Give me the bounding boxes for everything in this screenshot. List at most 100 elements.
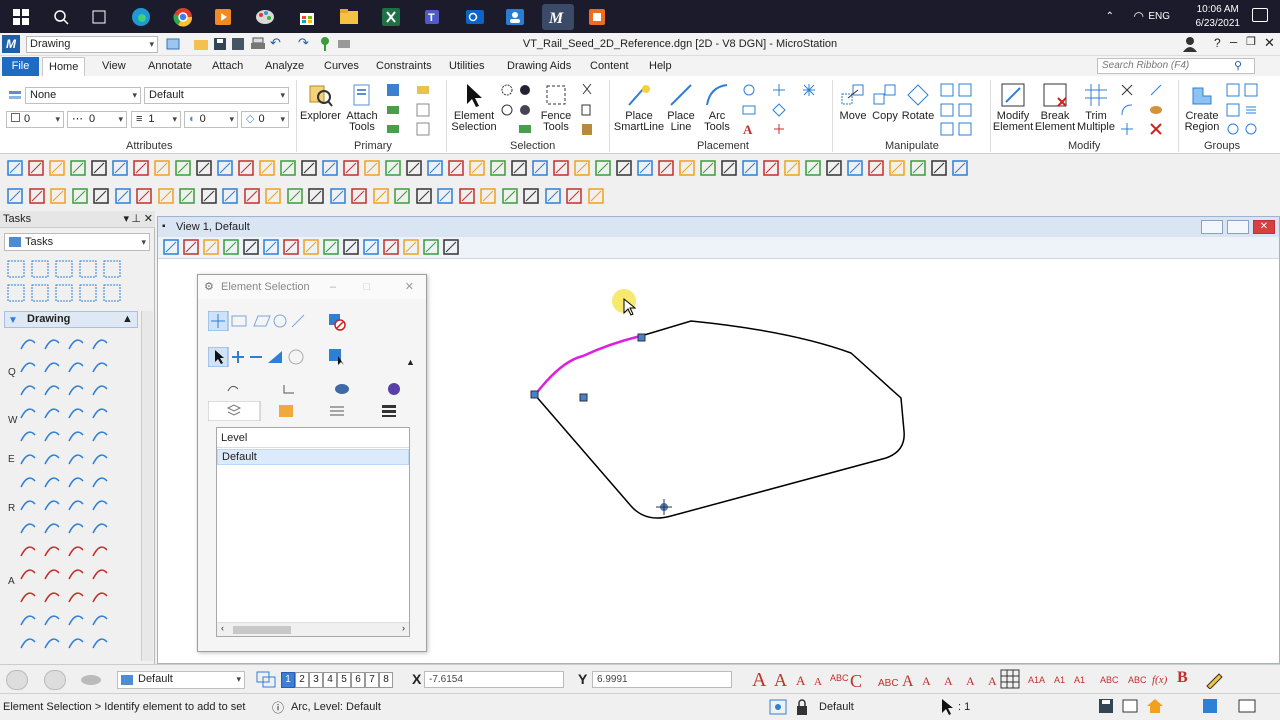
redo-icon[interactable]: ↷ xyxy=(298,35,309,51)
move-button[interactable]: Move xyxy=(837,82,869,122)
view-groups-icon[interactable] xyxy=(256,671,276,689)
bold-text-icon[interactable]: B xyxy=(1177,669,1188,687)
drawing-task-tool-icon[interactable] xyxy=(18,471,38,491)
toolbar-tool-icon[interactable] xyxy=(90,159,110,179)
spin-icon[interactable] xyxy=(958,122,972,136)
break-element-button[interactable]: Break Element xyxy=(1034,82,1076,133)
file-explorer-icon[interactable] xyxy=(336,4,362,30)
list-column-header[interactable]: Level xyxy=(217,428,409,448)
workspace-icon[interactable] xyxy=(165,36,181,52)
paint-icon[interactable] xyxy=(252,4,278,30)
fillet-icon[interactable] xyxy=(1120,103,1134,117)
drawing-task-tool-icon[interactable] xyxy=(66,632,86,652)
tab-attach[interactable]: Attach xyxy=(206,57,249,76)
dialog-close-icon[interactable]: ✕ xyxy=(405,275,414,299)
view-menu-icon[interactable]: ▪ xyxy=(162,217,166,237)
toolbar-tool-icon[interactable] xyxy=(951,159,971,179)
drawing-task-tool-icon[interactable] xyxy=(42,586,62,606)
edge-browser-icon[interactable] xyxy=(128,4,154,30)
active-level-combo[interactable]: None xyxy=(25,87,141,104)
toolbar-tool-icon[interactable] xyxy=(372,187,392,207)
view-control-icon[interactable] xyxy=(342,238,362,258)
drawing-task-tool-icon[interactable] xyxy=(66,586,86,606)
filter-tabs-row[interactable] xyxy=(207,400,418,422)
toolbar-tool-icon[interactable] xyxy=(111,159,131,179)
arc-tools-button[interactable]: Arc Tools xyxy=(698,82,736,133)
stretch-icon[interactable] xyxy=(958,83,972,97)
drawing-task-tool-icon[interactable] xyxy=(18,586,38,606)
copy-clipboard-icon[interactable] xyxy=(580,103,594,117)
drawing-task-tool-icon[interactable] xyxy=(66,609,86,629)
view-control-icon[interactable] xyxy=(182,238,202,258)
align-icon[interactable] xyxy=(958,103,972,117)
y-coordinate-field[interactable]: 6.9991 xyxy=(592,671,732,688)
view-control-icon[interactable] xyxy=(362,238,382,258)
drawing-task-tool-icon[interactable] xyxy=(18,425,38,445)
toolbar-tool-icon[interactable] xyxy=(153,159,173,179)
view-restore-button[interactable] xyxy=(1227,220,1249,234)
highlighted-arc[interactable] xyxy=(534,334,642,396)
drawing-task-tool-icon[interactable] xyxy=(18,563,38,583)
toolbar-tool-icon[interactable] xyxy=(6,159,26,179)
drawing-task-tool-icon[interactable] xyxy=(42,379,62,399)
task-tool-icon[interactable] xyxy=(102,259,122,279)
view-control-icon[interactable] xyxy=(322,238,342,258)
collapse-dialog-icon[interactable]: ▲ xyxy=(406,357,415,367)
toolbar-tool-icon[interactable] xyxy=(544,187,564,207)
view-control-icon[interactable] xyxy=(282,238,302,258)
toolbar-tool-icon[interactable] xyxy=(135,187,155,207)
tab-curves[interactable]: Curves xyxy=(318,57,365,76)
home-icon[interactable] xyxy=(1146,698,1164,714)
excel-icon[interactable] xyxy=(378,4,404,30)
drawing-task-tool-icon[interactable] xyxy=(90,540,110,560)
tab-view[interactable]: View xyxy=(96,57,132,76)
scroll-right-icon[interactable]: › xyxy=(402,623,405,633)
select-by-level-icon[interactable] xyxy=(500,103,514,117)
view-button-7[interactable]: 7 xyxy=(365,672,379,688)
drawing-task-tool-icon[interactable] xyxy=(90,563,110,583)
models-icon[interactable] xyxy=(386,83,400,97)
transparency-combo[interactable]: ◐ 0 xyxy=(184,111,238,128)
toolbar-tool-icon[interactable] xyxy=(587,187,607,207)
toolbar-tool-icon[interactable] xyxy=(307,187,327,207)
ribbon-search-input[interactable]: Search Ribbon (F4) xyxy=(1097,58,1255,74)
toolbar-tool-icon[interactable] xyxy=(195,159,215,179)
tab-drawing-aids[interactable]: Drawing Aids xyxy=(501,57,577,76)
toolbar-tool-icon[interactable] xyxy=(71,187,91,207)
tab-help[interactable]: Help xyxy=(643,57,678,76)
grid-icon[interactable] xyxy=(1000,669,1020,689)
toolbar-tool-icon[interactable] xyxy=(157,187,177,207)
toolbar-tool-icon[interactable] xyxy=(741,159,761,179)
open-file-icon[interactable] xyxy=(193,36,209,52)
input-language[interactable]: ENG xyxy=(1148,11,1170,22)
toolbar-tool-icon[interactable] xyxy=(804,159,824,179)
drawing-task-tool-icon[interactable] xyxy=(66,356,86,376)
view-button-1[interactable]: 1 xyxy=(281,672,295,688)
arc-handle-end[interactable] xyxy=(637,333,646,342)
level-shortcut-icon[interactable] xyxy=(80,673,102,687)
store-icon[interactable] xyxy=(294,4,320,30)
forward-icon[interactable] xyxy=(44,670,66,690)
tab-utilities[interactable]: Utilities xyxy=(443,57,490,76)
toolbar-tool-icon[interactable] xyxy=(393,187,413,207)
drawing-task-tool-icon[interactable] xyxy=(90,471,110,491)
text-style-combo[interactable]: Default xyxy=(144,87,289,104)
toolbar-tool-icon[interactable] xyxy=(49,187,69,207)
circle-tool-icon[interactable] xyxy=(742,83,756,97)
toolbar-tool-icon[interactable] xyxy=(426,159,446,179)
references-icon[interactable] xyxy=(386,103,400,117)
drawing-task-tool-icon[interactable] xyxy=(66,379,86,399)
drawing-task-tool-icon[interactable] xyxy=(42,448,62,468)
polygon-tool-icon[interactable] xyxy=(772,103,786,117)
color-combo[interactable]: 0 xyxy=(6,111,64,128)
fence-tools-button[interactable]: Fence Tools xyxy=(537,82,575,133)
array-group-icon[interactable] xyxy=(1244,103,1258,117)
view-control-icon[interactable] xyxy=(222,238,242,258)
list-item[interactable]: Default xyxy=(217,449,409,465)
toolbar-tool-icon[interactable] xyxy=(552,159,572,179)
pin-panel-icon[interactable]: ⊥ xyxy=(131,211,141,227)
ungroup-icon[interactable] xyxy=(1226,103,1240,117)
orange-app-icon[interactable] xyxy=(584,4,610,30)
toolbar-tool-icon[interactable] xyxy=(447,159,467,179)
point-tool-icon[interactable] xyxy=(772,83,786,97)
